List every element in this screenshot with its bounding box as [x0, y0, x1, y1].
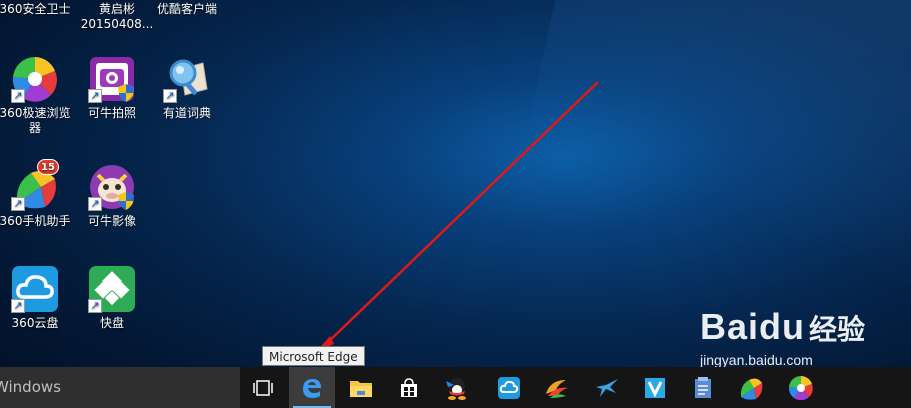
colorful-app-button[interactable]: [778, 367, 824, 408]
360-browser-icon: [740, 378, 763, 400]
360-browser-taskbar-button[interactable]: [728, 367, 774, 408]
taskbar: Windows: [0, 367, 911, 408]
search-box-text: Windows: [0, 378, 61, 396]
cloud-icon: [498, 376, 520, 399]
folder-icon: [350, 380, 372, 397]
notes-app-button[interactable]: [680, 367, 726, 408]
store-button[interactable]: [386, 367, 432, 408]
task-view-button[interactable]: [240, 367, 286, 408]
tooltip: Microsoft Edge: [262, 346, 365, 366]
bird-app-button[interactable]: [584, 367, 630, 408]
v-icon: [645, 377, 665, 398]
v-app-button[interactable]: [632, 367, 678, 408]
file-explorer-button[interactable]: [338, 367, 384, 408]
qq-penguin-icon: [446, 377, 466, 400]
swirl-browser-icon: [546, 379, 568, 398]
annotation-arrow: [316, 81, 599, 352]
search-box[interactable]: Windows: [0, 367, 240, 408]
bird-icon: [596, 378, 618, 397]
swirl-browser-button[interactable]: [534, 367, 580, 408]
notes-icon: [695, 376, 711, 398]
edge-taskbar-button[interactable]: [289, 367, 335, 408]
qq-button[interactable]: [434, 367, 480, 408]
colorful-ball-icon: [788, 375, 813, 400]
store-icon: [401, 377, 417, 397]
360-cloud-taskbar-button[interactable]: [486, 367, 532, 408]
edge-icon: [303, 378, 321, 398]
task-view-icon: [253, 379, 273, 396]
